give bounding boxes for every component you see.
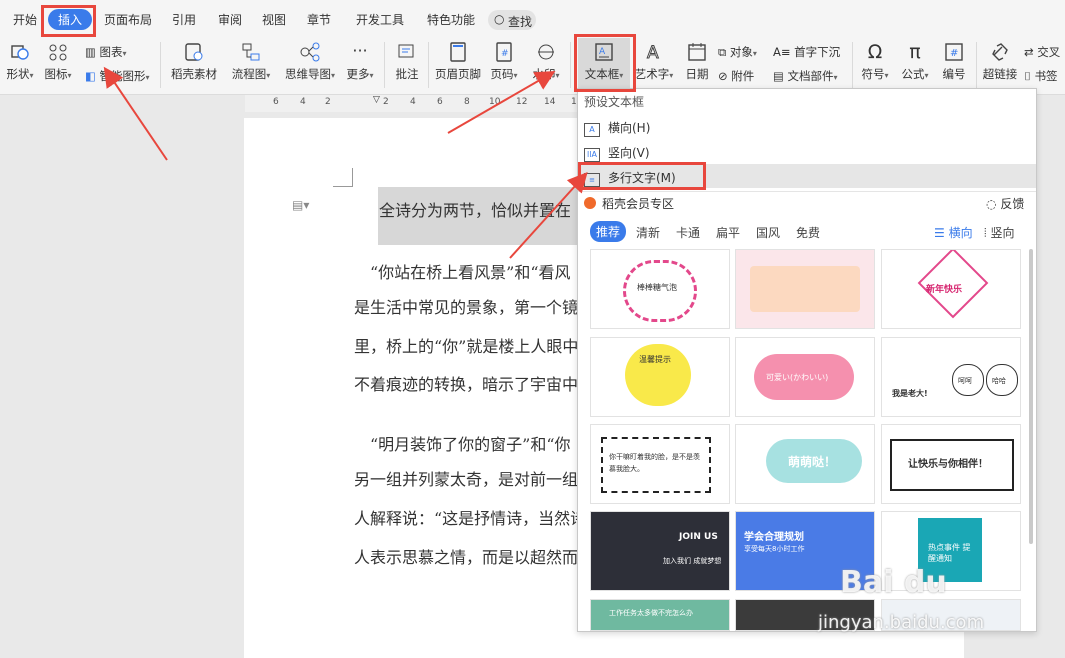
annotation-arrow xyxy=(509,172,588,259)
baidu-paw-logo-icon: Bai du xyxy=(840,565,947,600)
annotation-arrow xyxy=(447,71,556,134)
watermark-url: jingyan.baidu.com xyxy=(818,612,985,633)
annotation-arrow xyxy=(103,66,168,161)
annotation-arrows xyxy=(103,66,588,259)
